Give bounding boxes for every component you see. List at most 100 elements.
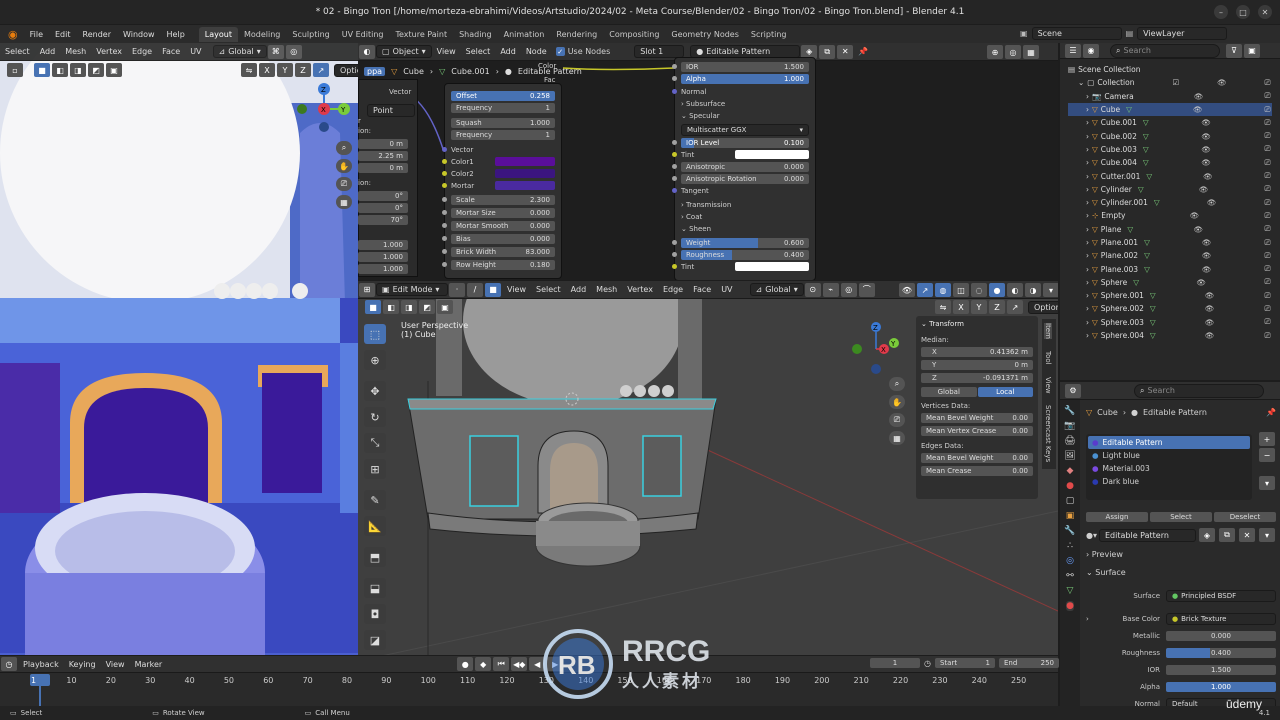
normal-socket[interactable] bbox=[672, 89, 677, 94]
offset-frequency-field[interactable]: Frequency 1 bbox=[451, 102, 555, 113]
scale-tool-icon[interactable]: ⤡ bbox=[364, 433, 386, 453]
mirror-y-toggle[interactable]: Y bbox=[277, 63, 293, 77]
tint-socket[interactable] bbox=[672, 152, 677, 157]
transform-tool-icon[interactable]: ⊞ bbox=[364, 459, 386, 479]
tl-menu-playback[interactable]: Playback bbox=[18, 660, 64, 669]
rotate-tool-icon[interactable]: ↻ bbox=[364, 407, 386, 427]
eye-icon[interactable]: 👁 bbox=[1202, 238, 1212, 247]
eye-icon[interactable]: 👁 bbox=[1217, 78, 1227, 87]
camera-icon[interactable]: ⎚ bbox=[1263, 224, 1272, 234]
vp-mirror-x-toggle[interactable]: X bbox=[953, 300, 969, 314]
select-new-icon[interactable]: ■ bbox=[34, 63, 50, 77]
global-toggle[interactable]: Global bbox=[921, 387, 977, 397]
tab-shading[interactable]: Shading bbox=[453, 27, 498, 42]
bsdf-ior-field[interactable]: IOR 1.500 bbox=[681, 61, 809, 72]
anisotropic-rotation-field[interactable]: Anisotropic Rotation 0.000 bbox=[681, 173, 809, 184]
annotate-tool-icon[interactable]: ✎ bbox=[364, 490, 386, 510]
mirror-icon[interactable]: ⇋ bbox=[935, 300, 951, 314]
new-collection-icon[interactable]: ▣ bbox=[1244, 43, 1260, 58]
preview-panel[interactable]: › Preview bbox=[1086, 550, 1123, 559]
chevron-right-icon[interactable]: › bbox=[1086, 145, 1089, 154]
fake-user-icon[interactable]: ◈ bbox=[1199, 528, 1215, 542]
slot-menu-icon[interactable]: ▾ bbox=[1259, 476, 1275, 490]
select-tool-icon[interactable]: ⬚ bbox=[364, 324, 386, 344]
vector-socket[interactable] bbox=[442, 147, 447, 152]
camera-icon[interactable]: ⎚ bbox=[1263, 131, 1272, 141]
auto-merge-icon[interactable]: ↗ bbox=[1007, 300, 1023, 314]
material-name-field[interactable]: Editable Pattern bbox=[1099, 528, 1196, 542]
ior-socket[interactable] bbox=[672, 64, 677, 69]
tab-texture-paint[interactable]: Texture Paint bbox=[389, 27, 453, 42]
properties-search[interactable]: ⌕ Search bbox=[1134, 383, 1264, 398]
particles-tab-icon[interactable]: ∴ bbox=[1067, 541, 1073, 551]
outliner-item[interactable]: › ▽ Sphere ▽ 👁 ⎚ bbox=[1068, 276, 1272, 289]
material-slot-item[interactable]: ● Dark blue bbox=[1088, 475, 1250, 488]
eye-icon[interactable]: 👁 bbox=[1190, 211, 1200, 220]
inset-tool-icon[interactable]: ◘ bbox=[364, 604, 386, 624]
eye-icon[interactable]: 👁 bbox=[1193, 105, 1203, 114]
transform-value-field[interactable]: 0° bbox=[358, 203, 408, 213]
surface-panel[interactable]: ⌄ Surface bbox=[1086, 568, 1126, 577]
camera-icon[interactable]: ⎚ bbox=[1263, 304, 1272, 314]
outliner-type-icon[interactable]: ☰ bbox=[1065, 43, 1081, 58]
render-tab-icon[interactable]: 📷 bbox=[1064, 421, 1075, 431]
record-icon[interactable]: ● bbox=[457, 657, 474, 671]
tool-tab-icon[interactable]: 🔧 bbox=[1064, 406, 1075, 416]
outliner-search[interactable]: ⌕ Search bbox=[1110, 43, 1220, 58]
chevron-right-icon[interactable]: › bbox=[1086, 132, 1089, 141]
eye-icon[interactable]: 👁 bbox=[1205, 318, 1215, 327]
mortar-smooth-field[interactable]: Mortar Smooth 0.000 bbox=[451, 220, 555, 231]
vp-menu-select[interactable]: Select bbox=[531, 285, 566, 294]
outliner-item[interactable]: › ▽ Cutter.001 ▽ 👁 ⎚ bbox=[1068, 169, 1272, 182]
camera-icon[interactable]: ⎚ bbox=[1263, 91, 1272, 101]
select-subtract-icon[interactable]: ◨ bbox=[70, 63, 86, 77]
menu-edit[interactable]: Edit bbox=[49, 30, 77, 39]
median-z-field[interactable]: Z -0.091371 m bbox=[921, 373, 1033, 383]
vp-orientation-dropdown[interactable]: ⊿ Global ▾ bbox=[749, 283, 804, 296]
rendered-shading-icon[interactable]: ◑ bbox=[1025, 283, 1041, 297]
anisotropic-socket[interactable] bbox=[672, 164, 677, 169]
tl-menu-marker[interactable]: Marker bbox=[130, 660, 168, 669]
tab-screencast-keys[interactable]: Screencast Keys bbox=[1044, 405, 1052, 462]
collection-row[interactable]: ⌄ ▢ Collection ☑ 👁 ⎚ bbox=[1068, 76, 1272, 89]
squash-field[interactable]: Squash 1.000 bbox=[451, 117, 555, 128]
camera-icon[interactable]: ⎚ bbox=[336, 177, 352, 191]
scene-tab-icon[interactable]: ◆ bbox=[1067, 466, 1074, 476]
mortar-swatch[interactable] bbox=[495, 181, 555, 190]
cursor-tool-icon[interactable]: ⊕ bbox=[364, 350, 386, 370]
start-frame-field[interactable]: Start 1 bbox=[934, 658, 995, 668]
eye-icon[interactable]: 👁 bbox=[1201, 132, 1211, 141]
vertex-select-icon[interactable]: · bbox=[449, 282, 465, 297]
sheen-roughness-field[interactable]: Roughness 0.400 bbox=[681, 249, 809, 260]
filter-icon[interactable]: ⊽ bbox=[1226, 43, 1242, 58]
extrude-tool-icon[interactable]: ⬓ bbox=[364, 578, 386, 598]
brick-width-field[interactable]: Brick Width 83.000 bbox=[451, 246, 555, 257]
outliner-item[interactable]: › ▽ Cylinder ▽ 👁 ⎚ bbox=[1068, 183, 1272, 196]
sheen-weight-socket[interactable] bbox=[672, 240, 677, 245]
tab-compositing[interactable]: Compositing bbox=[603, 27, 665, 42]
material-tab-icon[interactable]: ● bbox=[1066, 601, 1074, 611]
left-menu-face[interactable]: Face bbox=[157, 47, 185, 56]
menu-help[interactable]: Help bbox=[161, 30, 191, 39]
vp-mirror-y-toggle[interactable]: Y bbox=[971, 300, 987, 314]
tab-layout[interactable]: Layout bbox=[198, 26, 238, 42]
outliner-item[interactable]: › ▽ Sphere.003 ▽ 👁 ⎚ bbox=[1068, 316, 1272, 329]
eye-icon[interactable]: 👁 bbox=[1201, 158, 1211, 167]
solid-shading-icon[interactable]: ● bbox=[989, 283, 1005, 297]
zoom-icon[interactable]: ⌕ bbox=[889, 377, 905, 391]
sheen-panel[interactable]: Sheen bbox=[689, 225, 711, 233]
select-new-icon[interactable]: ■ bbox=[365, 300, 381, 314]
pan-hand-icon[interactable]: ✋ bbox=[889, 395, 905, 409]
tab-scripting[interactable]: Scripting bbox=[745, 27, 793, 42]
camera-icon[interactable]: ⎚ bbox=[1263, 277, 1272, 287]
snap-icon[interactable]: ⌘ bbox=[267, 44, 284, 59]
gizmo-toggle-icon[interactable]: ↗ bbox=[917, 283, 933, 297]
mean-crease-field[interactable]: Mean Crease 0.00 bbox=[921, 466, 1033, 476]
vp-menu-add[interactable]: Add bbox=[566, 285, 592, 294]
eye-icon[interactable]: 👁 bbox=[1194, 92, 1204, 101]
menu-file[interactable]: File bbox=[24, 30, 49, 39]
editor-type-3d-icon[interactable]: ⊞ bbox=[359, 282, 375, 297]
outliner-item[interactable]: › ▽ Sphere.004 ▽ 👁 ⎚ bbox=[1068, 329, 1272, 342]
coat-panel[interactable]: Coat bbox=[686, 213, 702, 221]
material-slot-item[interactable]: ● Light blue bbox=[1088, 449, 1250, 462]
